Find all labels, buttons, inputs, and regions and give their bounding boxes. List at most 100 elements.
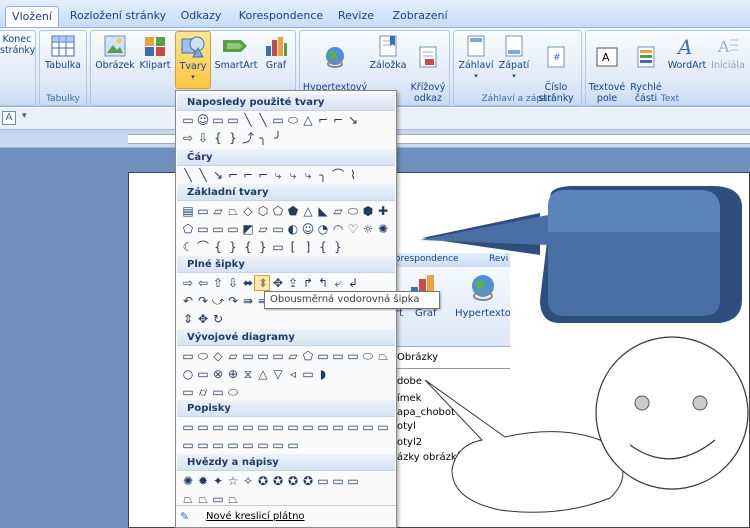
- shape-option[interactable]: ⤻: [210, 294, 226, 308]
- shape-option[interactable]: ▭: [225, 113, 241, 127]
- shape-option[interactable]: ▱: [210, 204, 226, 218]
- shape-option[interactable]: ▭: [270, 240, 286, 254]
- shape-option[interactable]: ✪: [285, 474, 301, 488]
- shape-option[interactable]: {: [210, 131, 226, 145]
- shape-option[interactable]: ▭: [180, 113, 196, 127]
- shape-option[interactable]: {: [210, 240, 226, 254]
- shape-option[interactable]: ▭: [285, 438, 301, 452]
- shape-option[interactable]: ⇨: [180, 131, 196, 145]
- shape-option[interactable]: ▭: [180, 420, 196, 434]
- shape-option[interactable]: {: [315, 240, 331, 254]
- shape-option[interactable]: ◗: [315, 367, 331, 381]
- shape-option[interactable]: ⬭: [195, 349, 211, 363]
- shape-option[interactable]: ▭: [210, 385, 226, 399]
- shape-option[interactable]: ○: [180, 367, 196, 381]
- shape-option[interactable]: ▭: [315, 349, 331, 363]
- shape-option[interactable]: ↘: [210, 168, 226, 182]
- shape-option[interactable]: ⬠: [300, 349, 316, 363]
- shape-option[interactable]: ▭: [210, 222, 226, 236]
- shape-option[interactable]: ✪: [255, 474, 271, 488]
- shape-option[interactable]: ▭: [195, 204, 211, 218]
- shape-option[interactable]: ✺: [180, 474, 196, 488]
- shape-option[interactable]: ▭: [270, 113, 286, 127]
- shape-option[interactable]: ✧: [240, 474, 256, 488]
- shape-option[interactable]: ↷: [195, 294, 211, 308]
- shape-option[interactable]: ✥: [270, 276, 286, 290]
- shape-option[interactable]: ▭: [330, 420, 346, 434]
- new-drawing-canvas-item[interactable]: Nové kreslicí plátno: [206, 511, 305, 522]
- shape-option[interactable]: ☆: [225, 474, 241, 488]
- shape-option[interactable]: ↰: [315, 276, 331, 290]
- shape-option[interactable]: ▭: [330, 474, 346, 488]
- shape-option[interactable]: ↱: [300, 276, 316, 290]
- shape-option[interactable]: }: [225, 240, 241, 254]
- shape-option[interactable]: ▭: [315, 420, 331, 434]
- shape-option[interactable]: ╮: [315, 168, 331, 182]
- shape-option[interactable]: ▭: [255, 420, 271, 434]
- shape-option[interactable]: ▭: [225, 222, 241, 236]
- shape-option[interactable]: ⬟: [285, 204, 301, 218]
- shape-option[interactable]: ▽: [270, 367, 286, 381]
- shape-option[interactable]: ⬭: [285, 113, 301, 127]
- shape-option[interactable]: [: [285, 240, 301, 254]
- shape-option[interactable]: △: [255, 367, 271, 381]
- shape-option[interactable]: ✚: [375, 204, 391, 218]
- shape-option[interactable]: ▭: [195, 420, 211, 434]
- shape-option[interactable]: ↷: [225, 294, 241, 308]
- shape-option[interactable]: ⬠: [180, 222, 196, 236]
- shape-option[interactable]: ⇩: [225, 276, 241, 290]
- shape-option[interactable]: ♡: [345, 222, 361, 236]
- shape-option[interactable]: ▭: [300, 367, 316, 381]
- shape-option[interactable]: }: [255, 240, 271, 254]
- shape-option[interactable]: ▭: [330, 349, 346, 363]
- shape-option[interactable]: ╲: [255, 113, 271, 127]
- shape-option[interactable]: ▭: [225, 438, 241, 452]
- shape-option[interactable]: ▭: [375, 420, 391, 434]
- shape-option[interactable]: △: [300, 204, 316, 218]
- shape-option[interactable]: ▭: [195, 222, 211, 236]
- shape-option[interactable]: ⏢: [225, 204, 241, 218]
- shape-option[interactable]: ╲: [195, 168, 211, 182]
- shape-option[interactable]: ⬢: [360, 204, 376, 218]
- shape-option[interactable]: ⬭: [225, 385, 241, 399]
- shape-option[interactable]: ▭: [195, 367, 211, 381]
- shape-option[interactable]: ⬭: [345, 204, 361, 218]
- shape-option[interactable]: ✪: [270, 474, 286, 488]
- shape-option[interactable]: }: [330, 240, 346, 254]
- shape-option[interactable]: ☾: [180, 240, 196, 254]
- shape-option[interactable]: ⤷: [300, 168, 316, 182]
- shape-option[interactable]: ⌐: [315, 113, 331, 127]
- shape-option[interactable]: ↶: [180, 294, 196, 308]
- shape-option[interactable]: ▭: [210, 420, 226, 434]
- smiley-face-shape[interactable]: [595, 336, 749, 490]
- shape-option[interactable]: ▱: [225, 349, 241, 363]
- shape-option[interactable]: ▭: [255, 438, 271, 452]
- shape-option[interactable]: ▱: [330, 204, 346, 218]
- shape-option[interactable]: ╯: [270, 131, 286, 145]
- shape-option[interactable]: ✺: [375, 222, 391, 236]
- shape-option[interactable]: ◇: [210, 349, 226, 363]
- shape-option[interactable]: ▭: [255, 349, 271, 363]
- shape-option[interactable]: ▭: [360, 420, 376, 434]
- shape-option[interactable]: ⇩: [195, 131, 211, 145]
- shape-option[interactable]: ⌐: [330, 113, 346, 127]
- shape-option[interactable]: ▭: [240, 438, 256, 452]
- shape-option[interactable]: ▱: [285, 349, 301, 363]
- shape-option[interactable]: ▭: [345, 349, 361, 363]
- shape-option[interactable]: ↘: [345, 113, 361, 127]
- shape-option[interactable]: ⏢: [180, 492, 196, 506]
- shape-option[interactable]: ╮: [255, 131, 271, 145]
- shape-option[interactable]: ⌭: [195, 385, 211, 399]
- shape-option[interactable]: ⧖: [240, 367, 256, 381]
- hovered-shape-highlight[interactable]: [254, 275, 270, 291]
- speech-bubble-shape[interactable]: [424, 379, 624, 513]
- shape-option[interactable]: ▭: [345, 474, 361, 488]
- shape-option[interactable]: ⇪: [285, 276, 301, 290]
- shape-option[interactable]: ◐: [285, 222, 301, 236]
- shape-option[interactable]: ◔: [315, 222, 331, 236]
- shape-option[interactable]: ▭: [180, 349, 196, 363]
- shape-option[interactable]: ▭: [315, 474, 331, 488]
- shape-option[interactable]: {: [240, 240, 256, 254]
- shape-option[interactable]: ↲: [345, 276, 361, 290]
- shape-option[interactable]: ☼: [360, 222, 376, 236]
